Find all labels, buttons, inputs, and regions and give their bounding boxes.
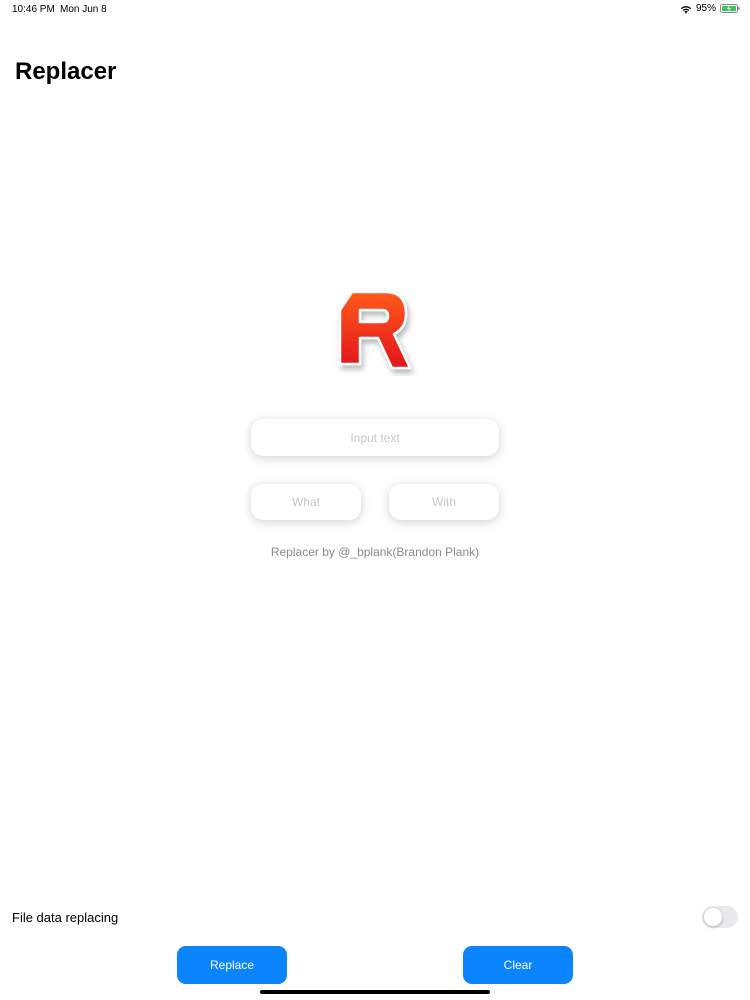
status-date: Mon Jun 8 <box>60 4 107 15</box>
app-logo-icon <box>338 290 412 370</box>
input-text-field[interactable] <box>251 419 499 456</box>
replace-button[interactable]: Replace <box>177 946 287 984</box>
battery-percent: 95% <box>695 3 716 14</box>
toggle-knob <box>704 908 722 926</box>
battery-charging-icon <box>720 4 740 13</box>
home-indicator <box>260 990 490 994</box>
page-title: Replacer <box>15 58 117 85</box>
status-bar: 10:46 PM Mon Jun 8 95% <box>0 0 750 18</box>
file-data-replacing-toggle[interactable] <box>702 906 738 928</box>
clear-button[interactable]: Clear <box>463 946 573 984</box>
credit-text: Replacer by @_bplank(Brandon Plank) <box>270 545 480 559</box>
status-indicators: 95% <box>680 3 740 14</box>
what-field[interactable] <box>251 484 361 520</box>
status-time: 10:46 PM <box>12 4 55 15</box>
file-data-replacing-label: File data replacing <box>12 910 119 925</box>
wifi-icon <box>680 5 691 13</box>
with-field[interactable] <box>389 484 499 520</box>
